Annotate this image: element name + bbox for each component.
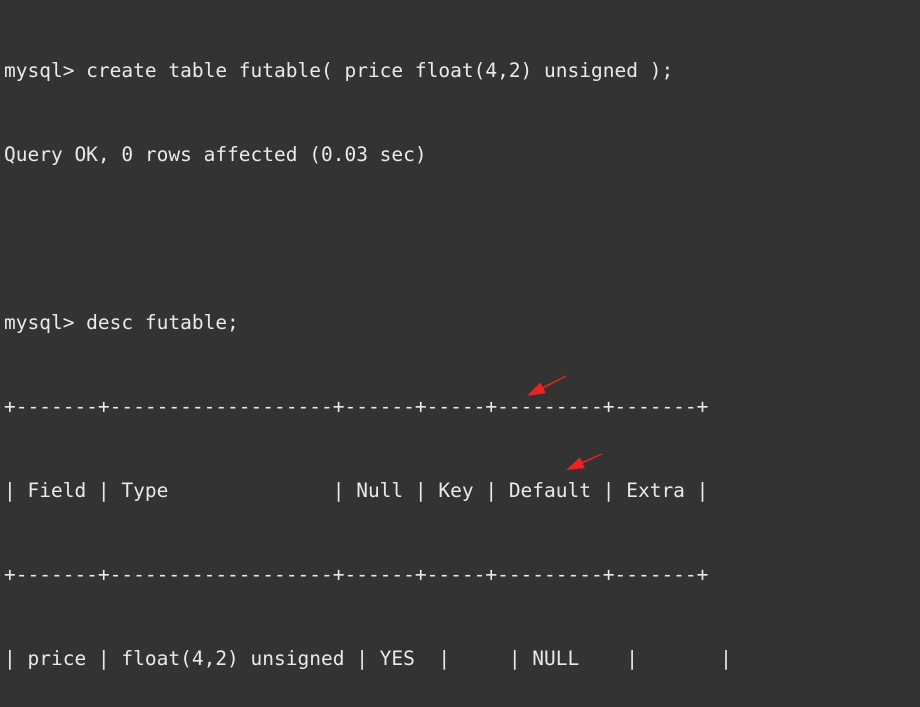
terminal-line: mysql> create table futable( price float… <box>4 59 674 82</box>
terminal-line: mysql> desc futable; <box>4 311 239 334</box>
terminal-window[interactable]: mysql> create table futable( price float… <box>0 0 920 707</box>
terminal-line: | Field | Type | Null | Key | Default | … <box>4 479 709 502</box>
terminal-line: +-------+-------------------+------+----… <box>4 563 709 586</box>
terminal-line: +-------+-------------------+------+----… <box>4 395 709 418</box>
terminal-line: Query OK, 0 rows affected (0.03 sec) <box>4 143 427 166</box>
terminal-output: mysql> create table futable( price float… <box>4 1 779 707</box>
terminal-line: | price | float(4,2) unsigned | YES | | … <box>4 647 732 670</box>
